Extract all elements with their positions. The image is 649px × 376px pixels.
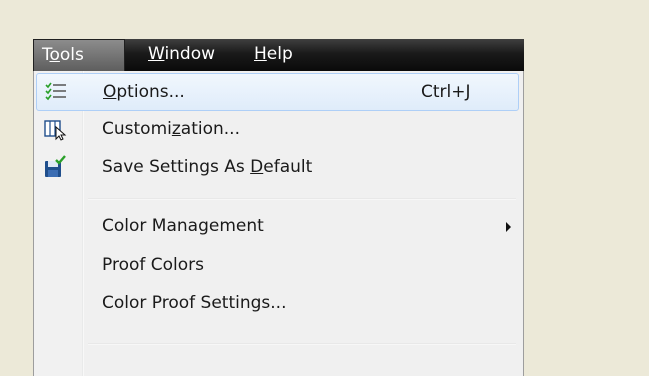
menu-item-proof-colors[interactable]: Proof Colors	[36, 247, 519, 285]
menu-item-label: Save Settings As Default	[102, 157, 313, 177]
shortcut-label: Ctrl+J	[421, 82, 471, 102]
menubar-item-window[interactable]: Window	[148, 39, 215, 71]
menu-item-save-settings-as-default[interactable]: Save Settings As Default	[36, 149, 519, 187]
menu-item-label: Color Management	[102, 216, 264, 236]
menu-item-customization[interactable]: Customization...	[36, 111, 519, 149]
menu-separator	[88, 198, 516, 200]
menu-item-label: Customization...	[102, 119, 240, 139]
tools-dropdown-menu: Options... Ctrl+J Customization... Save …	[33, 71, 524, 376]
options-checklist-icon	[44, 80, 68, 104]
customization-icon	[43, 117, 67, 141]
menu-item-color-proof-settings[interactable]: Color Proof Settings...	[36, 285, 519, 323]
menubar-item-tools[interactable]: Tools	[33, 39, 125, 71]
menu-item-options[interactable]: Options... Ctrl+J	[36, 73, 519, 111]
menu-separator	[88, 343, 516, 345]
menu-item-color-management[interactable]: Color Management	[36, 208, 519, 246]
menu-bar: Tools Window Help	[33, 39, 524, 71]
menu-item-label: Proof Colors	[102, 255, 204, 275]
menu-item-label: Color Proof Settings...	[102, 293, 287, 313]
menubar-item-help[interactable]: Help	[254, 39, 293, 71]
menu-item-label: Options...	[103, 82, 185, 102]
submenu-arrow-icon	[506, 222, 511, 232]
save-settings-icon	[43, 155, 67, 179]
